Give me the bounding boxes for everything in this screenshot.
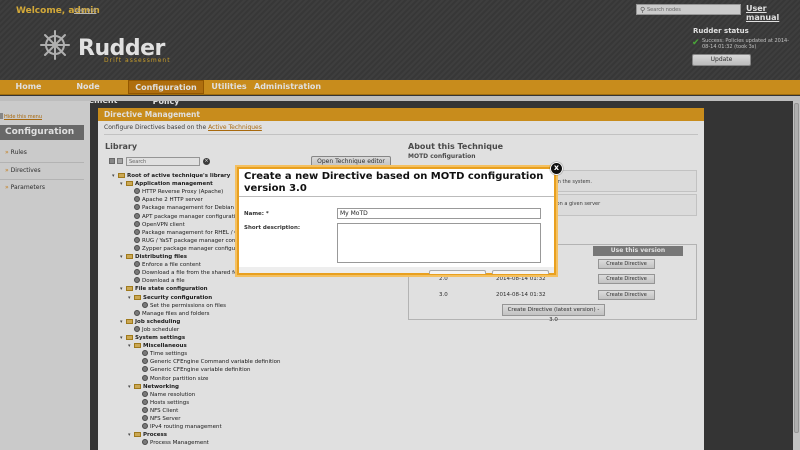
- dialog-button[interactable]: [492, 270, 549, 274]
- name-label: Name: *: [244, 211, 269, 217]
- description-label: Short description:: [244, 225, 301, 231]
- divider: [239, 196, 554, 197]
- directive-name-input[interactable]: [337, 208, 541, 219]
- short-description-input[interactable]: [337, 223, 541, 263]
- dialog-title: Create a new Directive based on MOTD con…: [244, 171, 544, 194]
- dialog-button[interactable]: [429, 270, 486, 274]
- create-directive-dialog: Create a new Directive based on MOTD con…: [237, 167, 556, 275]
- close-icon[interactable]: x: [550, 162, 563, 175]
